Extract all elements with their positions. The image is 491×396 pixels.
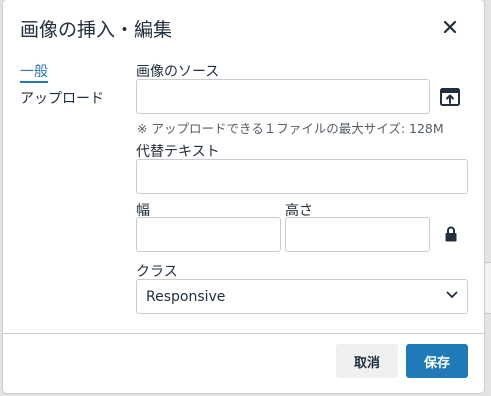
browse-button[interactable] [439, 86, 461, 108]
width-input[interactable] [136, 217, 281, 252]
dialog-header: 画像の挿入・編集 [3, 0, 484, 56]
height-input[interactable] [285, 217, 430, 252]
alt-text-input[interactable] [136, 159, 468, 194]
active-tab-indicator [20, 81, 48, 83]
browse-icon [440, 88, 460, 106]
tab-upload[interactable]: アップロード [20, 88, 104, 108]
constrain-proportions-button[interactable] [441, 223, 461, 245]
class-selected-value: Responsive [146, 289, 226, 305]
dialog-footer: 取消 保存 [3, 333, 484, 393]
cancel-button[interactable]: 取消 [336, 344, 398, 378]
lock-icon [445, 226, 457, 242]
image-dialog: 画像の挿入・編集 一般 アップロード 画像のソース ※ アップロードできる１ファ… [3, 0, 484, 393]
close-button[interactable] [437, 14, 463, 40]
tab-general[interactable]: 一般 [20, 61, 48, 83]
class-label: クラス [136, 264, 178, 280]
alt-text-label: 代替テキスト [136, 144, 220, 160]
close-icon [443, 20, 457, 34]
background-widget [484, 262, 491, 314]
class-select[interactable]: Responsive [136, 279, 468, 314]
chevron-down-icon [446, 291, 458, 298]
tab-label: アップロード [20, 91, 104, 107]
upload-size-note: ※ アップロードできる１ファイルの最大サイズ: 128M [137, 121, 444, 136]
source-label: 画像のソース [136, 64, 220, 80]
source-input[interactable] [136, 79, 430, 114]
tab-label: 一般 [20, 64, 48, 80]
dialog-title: 画像の挿入・編集 [20, 19, 173, 41]
save-button[interactable]: 保存 [406, 344, 468, 378]
